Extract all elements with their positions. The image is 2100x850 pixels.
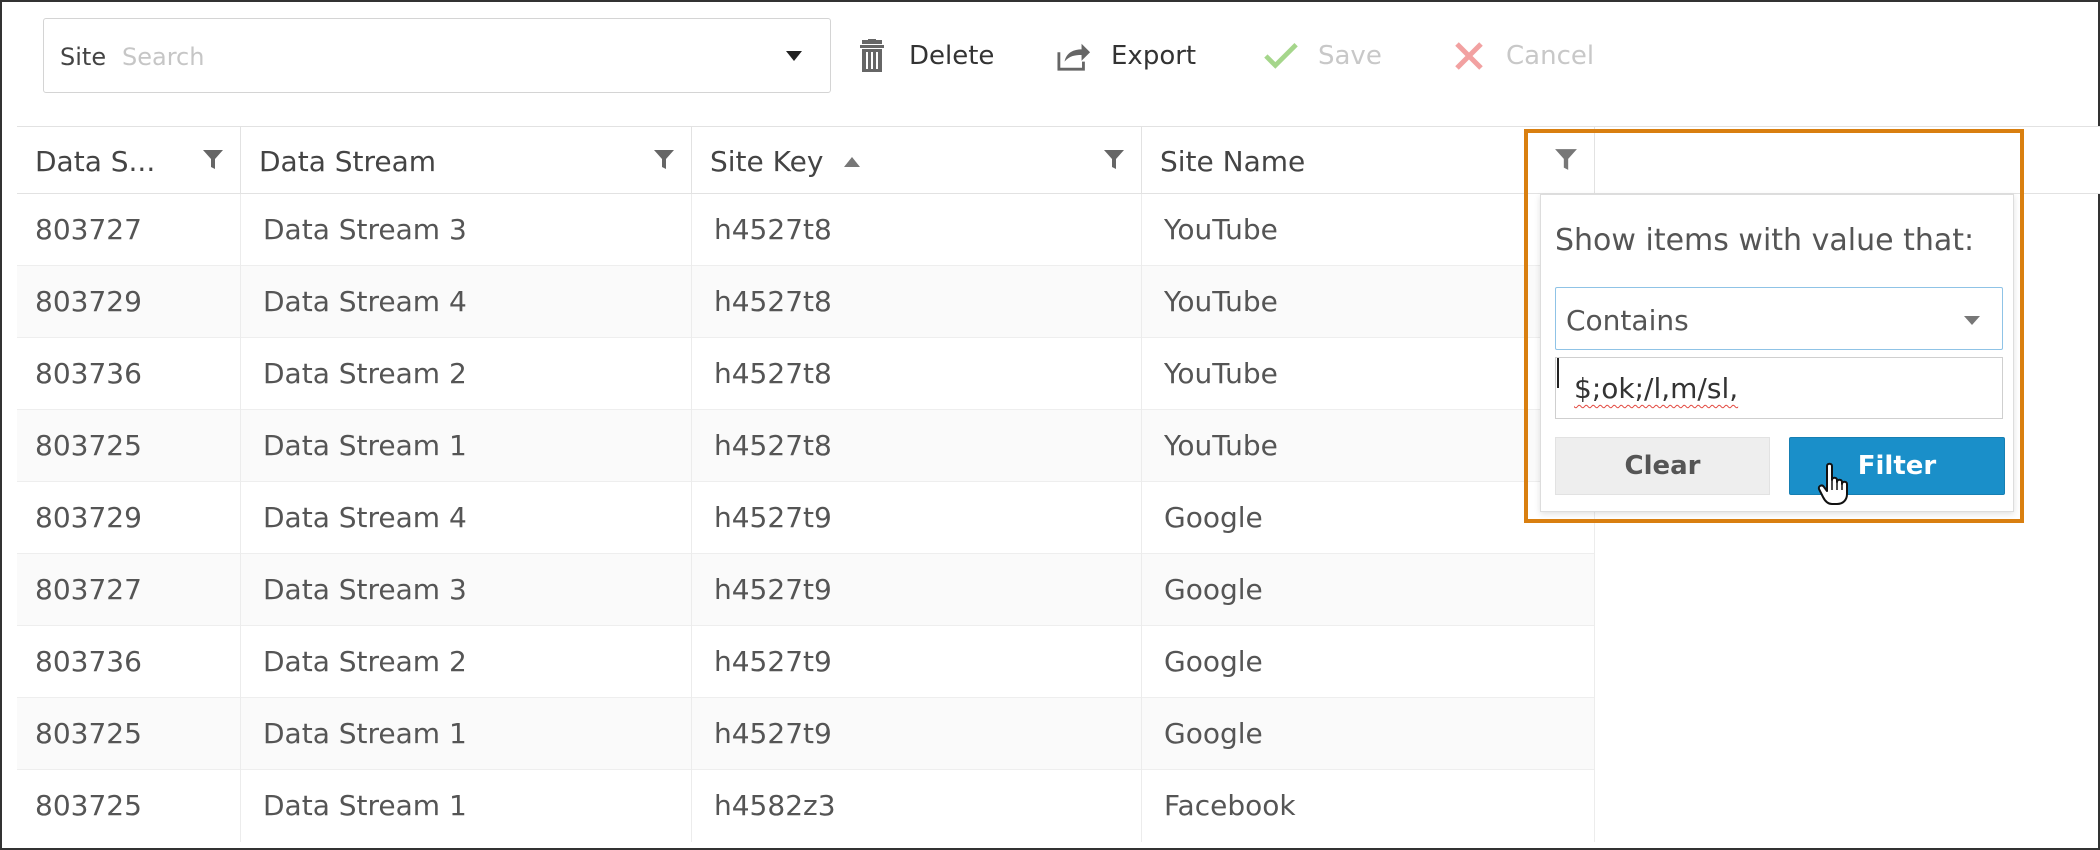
cell-data-stream: Data Stream 1 [241, 770, 692, 842]
site-label: Site [60, 43, 107, 71]
cell-site-name: Google [1142, 554, 1595, 626]
save-button[interactable]: Save [1264, 36, 1382, 76]
filter-icon[interactable] [202, 149, 224, 175]
cell-data-stream: Data Stream 2 [241, 338, 692, 410]
delete-button[interactable]: Delete [855, 36, 994, 76]
column-header-label: Data Stream [259, 145, 437, 178]
cell-site-key: h4527t8 [692, 410, 1142, 482]
column-header-data-source[interactable]: Data S... [17, 127, 241, 195]
cell-site-key: h4527t9 [692, 554, 1142, 626]
cell-data-source: 803736 [17, 338, 241, 410]
column-header-data-stream[interactable]: Data Stream [241, 127, 692, 195]
table-row[interactable]: 803725 Data Stream 1 h4527t8 YouTube [17, 410, 1595, 482]
column-header-site-key[interactable]: Site Key [692, 127, 1142, 195]
table-row[interactable]: 803729 Data Stream 4 h4527t8 YouTube [17, 266, 1595, 338]
cell-data-stream: Data Stream 4 [241, 266, 692, 338]
cell-site-key: h4527t8 [692, 194, 1142, 266]
table-row[interactable]: 803727 Data Stream 3 h4527t8 YouTube [17, 194, 1595, 266]
table-row[interactable]: 803727 Data Stream 3 h4527t9 Google [17, 554, 1595, 626]
cell-site-key: h4527t9 [692, 698, 1142, 770]
chevron-down-icon[interactable] [786, 51, 802, 61]
cell-data-stream: Data Stream 3 [241, 194, 692, 266]
cell-data-source: 803736 [17, 626, 241, 698]
cell-site-key: h4527t8 [692, 266, 1142, 338]
table-row[interactable]: 803729 Data Stream 4 h4527t9 Google [17, 482, 1595, 554]
cell-site-name: Facebook [1142, 770, 1595, 842]
filter-icon[interactable] [1103, 149, 1125, 175]
cell-data-stream: Data Stream 2 [241, 626, 692, 698]
cell-data-source: 803727 [17, 554, 241, 626]
cell-data-source: 803729 [17, 482, 241, 554]
cancel-button[interactable]: Cancel [1452, 36, 1594, 76]
cell-data-stream: Data Stream 1 [241, 698, 692, 770]
app-frame: Site Search Delete Export Save Cancel Da… [0, 0, 2100, 850]
table-row[interactable]: 803725 Data Stream 1 h4582z3 Facebook [17, 770, 1595, 848]
column-header-label: Site Name [1160, 145, 1306, 178]
hand-cursor-icon [1817, 462, 1851, 510]
cell-data-stream: Data Stream 3 [241, 554, 692, 626]
cell-data-stream: Data Stream 1 [241, 410, 692, 482]
save-label: Save [1318, 41, 1382, 71]
site-search-select[interactable]: Site Search [43, 18, 831, 93]
export-button[interactable]: Export [1057, 36, 1196, 76]
share-arrow-icon [1057, 39, 1091, 73]
checkmark-icon [1264, 39, 1298, 73]
export-label: Export [1111, 41, 1197, 71]
table-row[interactable]: 803736 Data Stream 2 h4527t9 Google [17, 626, 1595, 698]
highlight-outline [1524, 129, 2024, 523]
cell-site-key: h4527t9 [692, 626, 1142, 698]
column-header-label: Site Key [710, 145, 824, 178]
cell-data-source: 803729 [17, 266, 241, 338]
sort-ascending-icon [844, 157, 860, 167]
filter-icon[interactable] [653, 149, 675, 175]
cell-site-name: Google [1142, 626, 1595, 698]
cell-site-key: h4582z3 [692, 770, 1142, 842]
cell-data-stream: Data Stream 4 [241, 482, 692, 554]
cell-data-source: 803725 [17, 410, 241, 482]
x-icon [1452, 39, 1486, 73]
cancel-label: Cancel [1506, 41, 1595, 71]
cell-site-key: h4527t9 [692, 482, 1142, 554]
cell-site-name: Google [1142, 698, 1595, 770]
table-row[interactable]: 803736 Data Stream 2 h4527t8 YouTube [17, 338, 1595, 410]
cell-site-key: h4527t8 [692, 338, 1142, 410]
cell-data-source: 803725 [17, 698, 241, 770]
trash-icon [855, 39, 889, 73]
table-row[interactable]: 803725 Data Stream 1 h4527t9 Google [17, 698, 1595, 770]
cell-data-source: 803725 [17, 770, 241, 842]
delete-label: Delete [909, 41, 995, 71]
column-header-label: Data S... [35, 145, 156, 178]
cell-data-source: 803727 [17, 194, 241, 266]
site-search-placeholder: Search [122, 43, 205, 71]
